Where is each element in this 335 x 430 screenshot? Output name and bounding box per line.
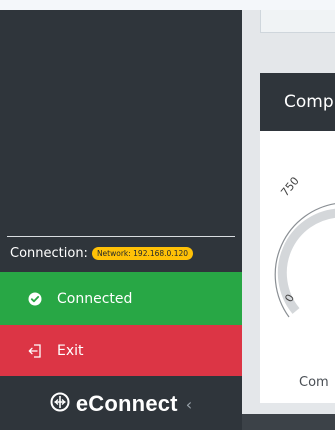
top-card [260,10,335,33]
connection-row: Connection: Network: 192.168.0.120 [10,243,194,263]
brand: eConnect ‹ [0,378,242,430]
panel-footer: Com [299,375,329,390]
connection-label: Connection: [10,245,88,261]
sidebar-divider [7,236,235,237]
collapse-sidebar-icon[interactable]: ‹ [186,395,192,414]
connected-label: Connected [57,290,133,307]
exit-label: Exit [57,342,84,359]
top-strip [0,0,335,10]
exit-button[interactable]: Exit [0,325,242,376]
brand-name: eConnect [75,391,178,416]
panel-title: Comp [284,92,334,112]
network-badge: Network: 192.168.0.120 [91,246,194,260]
econnect-logo-icon [50,392,70,416]
gauge: 750 0 [274,174,335,318]
bottom-bar [242,414,335,430]
gauge-tick-label: 750 [278,174,301,198]
connected-status-button[interactable]: Connected [0,272,242,325]
gauge-panel: Comp 750 0 [260,73,335,403]
panel-header: Comp [260,73,335,131]
main-content: Comp 750 0 Com [242,10,335,430]
exit-icon [27,343,43,359]
sidebar: Connection: Network: 192.168.0.120 Conne… [0,10,242,430]
check-circle-icon [27,291,43,307]
